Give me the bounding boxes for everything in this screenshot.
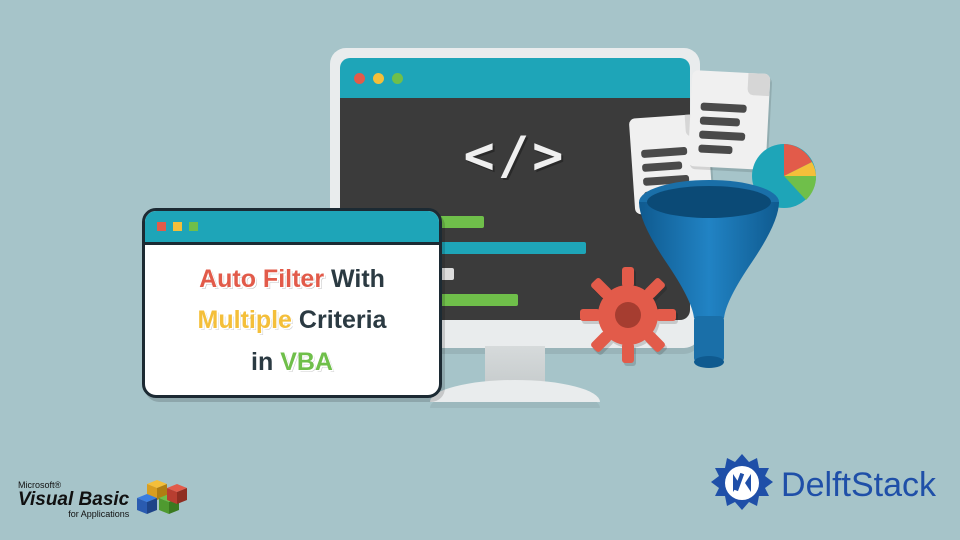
monitor-stand-base <box>430 380 600 402</box>
title-text-vba: VBA <box>280 348 333 376</box>
window-titlebar <box>340 58 690 98</box>
gear-icon <box>578 265 678 365</box>
title-text-in: in <box>251 348 280 376</box>
visual-basic-logo: Microsoft® Visual Basic for Applications <box>18 478 187 522</box>
window-control-icon <box>173 222 182 231</box>
delftstack-logo: DelftStack <box>709 452 936 518</box>
title-card-titlebar <box>145 211 439 245</box>
title-card: Auto Filter With Multiple Criteria in VB… <box>142 208 442 398</box>
delftstack-text: DelftStack <box>781 466 936 505</box>
vb-sub-label: for Applications <box>18 510 129 519</box>
window-control-icon <box>189 222 198 231</box>
code-tag-icon: </> <box>464 126 567 186</box>
title-card-body: Auto Filter With Multiple Criteria in VB… <box>145 245 439 397</box>
traffic-light-red-icon <box>354 73 365 84</box>
window-control-icon <box>157 222 166 231</box>
traffic-light-green-icon <box>392 73 403 84</box>
vb-logo-text: Microsoft® Visual Basic for Applications <box>18 481 129 520</box>
vb-main-label: Visual Basic <box>18 490 129 510</box>
title-text-criteria: Criteria <box>292 306 386 334</box>
title-text-with: With <box>324 265 385 293</box>
traffic-light-yellow-icon <box>373 73 384 84</box>
title-text-multiple: Multiple <box>198 306 292 334</box>
delftstack-emblem-icon <box>709 452 775 518</box>
vb-cubes-icon <box>135 478 187 522</box>
title-text-autofilter: Auto Filter <box>199 265 324 293</box>
